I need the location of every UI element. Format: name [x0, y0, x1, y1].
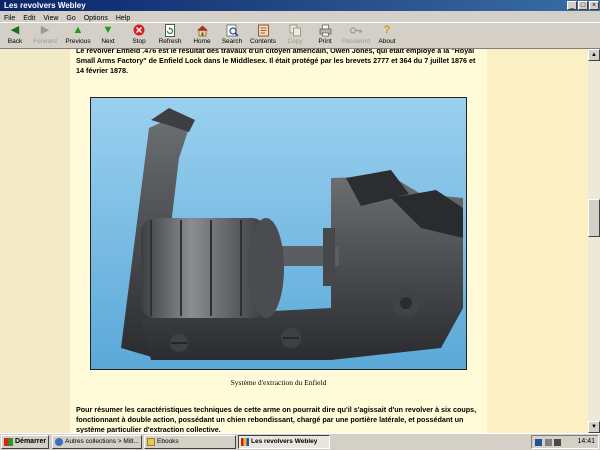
minimize-button[interactable]: _ — [567, 1, 577, 10]
forward-arrow-icon: ▶ — [40, 24, 50, 36]
forward-button[interactable]: ▶ Forward — [30, 24, 60, 48]
revolver-photo — [90, 97, 467, 370]
title-bar: Les revolvers Webley _ □ × — [0, 0, 600, 11]
close-button[interactable]: × — [589, 1, 599, 10]
next-down-arrow-icon: ▼ — [102, 24, 114, 36]
about-button[interactable]: ? About — [376, 24, 398, 48]
vertical-scrollbar[interactable]: ▲ ▼ — [588, 49, 600, 433]
search-icon — [225, 24, 239, 37]
task-les-revolvers-webley[interactable]: Les revolvers Webley — [238, 435, 330, 449]
left-margin — [0, 49, 70, 433]
system-tray: 14:41 — [531, 435, 599, 449]
print-icon — [318, 24, 332, 37]
about-icon: ? — [383, 24, 391, 36]
stop-button[interactable]: Stop — [128, 24, 150, 48]
print-button[interactable]: Print — [314, 24, 336, 48]
back-button[interactable]: ◀ Back — [3, 24, 27, 48]
previous-button[interactable]: ▲ Previous — [63, 24, 93, 48]
home-button[interactable]: Home — [191, 24, 213, 48]
start-button[interactable]: Démarrer — [1, 435, 49, 449]
right-margin — [487, 49, 588, 433]
refresh-icon — [163, 24, 177, 37]
search-button[interactable]: Search — [221, 24, 243, 48]
page-body: Le revolver Enfield .476 est le résultat… — [70, 49, 487, 433]
stop-icon — [132, 24, 146, 37]
home-icon — [195, 24, 209, 37]
next-button[interactable]: ▼ Next — [97, 24, 119, 48]
maximize-button[interactable]: □ — [578, 1, 588, 10]
windows-logo-icon — [4, 438, 13, 446]
scroll-thumb[interactable] — [588, 199, 600, 237]
contents-icon — [256, 24, 270, 37]
refresh-button[interactable]: Refresh — [155, 24, 185, 48]
contents-button[interactable]: Contents — [249, 24, 277, 48]
folder-icon — [147, 438, 155, 446]
password-button[interactable]: Password — [340, 24, 372, 48]
summary-paragraph: Pour résumer les caractéristiques techni… — [76, 405, 477, 433]
back-arrow-icon: ◀ — [10, 24, 20, 36]
window-title: Les revolvers Webley — [4, 1, 86, 10]
toolbar: ◀ Back ▶ Forward ▲ Previous ▼ Next Stop … — [0, 22, 600, 49]
scroll-up-button[interactable]: ▲ — [588, 49, 600, 61]
browser-icon — [55, 438, 63, 446]
copy-icon — [288, 24, 302, 37]
volume-icon[interactable] — [554, 439, 561, 446]
photo-caption: Système d'extraction du Enfield — [230, 378, 327, 387]
scroll-down-button[interactable]: ▼ — [588, 421, 600, 433]
content-viewport: Le revolver Enfield .476 est le résultat… — [0, 49, 588, 433]
network-icon[interactable] — [545, 439, 552, 446]
copy-button[interactable]: Copy — [284, 24, 306, 48]
task-autres-collections[interactable]: Autres collections > Milt... — [52, 435, 142, 449]
menu-bar: File Edit View Go Options Help — [0, 11, 600, 22]
ebook-icon — [241, 438, 249, 446]
previous-up-arrow-icon: ▲ — [72, 24, 84, 36]
password-key-icon — [349, 24, 363, 37]
taskbar: Démarrer Autres collections > Milt... Eb… — [0, 433, 600, 450]
intro-paragraph: Le revolver Enfield .476 est le résultat… — [76, 49, 476, 75]
task-ebooks[interactable]: Ebooks — [144, 435, 236, 449]
language-icon[interactable] — [535, 439, 542, 446]
clock: 14:41 — [577, 438, 595, 445]
